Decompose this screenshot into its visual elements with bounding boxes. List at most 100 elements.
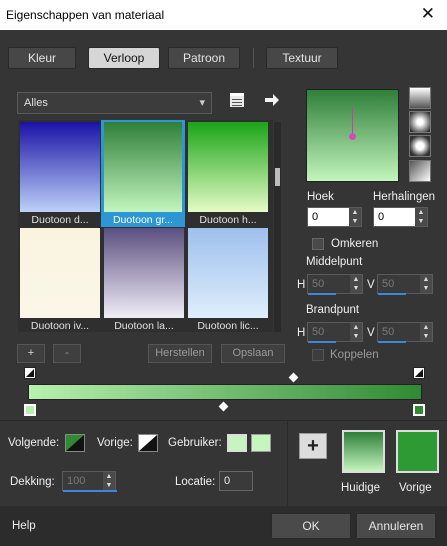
invert-checkbox[interactable] — [312, 238, 324, 250]
gradient-thumb-3[interactable]: Duotoon h... — [188, 122, 268, 226]
midpoint-h-bar — [308, 293, 336, 295]
opacity-spinner[interactable]: 100 ▲ ▼ — [62, 471, 117, 492]
gradient-label-4: Duotoon iv... — [30, 320, 90, 332]
prev-color-swatch[interactable] — [138, 434, 158, 452]
add-gradient-button[interactable]: + — [17, 344, 45, 363]
spinner-arrows-icon[interactable]: ▲ ▼ — [420, 275, 432, 293]
opacity-midpoint-handle[interactable] — [288, 372, 299, 383]
tab-textuur[interactable]: Textuur — [266, 47, 338, 69]
tab-separator — [253, 48, 254, 68]
next-label: Volgende: — [8, 437, 60, 449]
invert-label: Omkeren — [331, 238, 379, 250]
color-stop-left-icon[interactable] — [24, 404, 36, 416]
tab-kleur[interactable]: Kleur — [8, 47, 76, 69]
repeats-value: 0 — [378, 211, 385, 223]
midpoint-v-value: 50 — [382, 278, 395, 290]
user-label: Gebruiker: — [168, 437, 222, 449]
tab-patroon[interactable]: Patroon — [168, 47, 240, 69]
cancel-button[interactable]: Annuleren — [356, 513, 436, 539]
reset-button[interactable]: Herstellen — [148, 344, 212, 363]
midpoint-h-spinner[interactable]: 50 ▲ ▼ — [307, 274, 363, 295]
title-bar: Eigenschappen van materiaal ✕ — [0, 0, 447, 30]
angle-spinner[interactable]: 0 ▲ ▼ — [307, 207, 362, 227]
user-color-swatch-2[interactable] — [251, 434, 271, 452]
midpoint-v-label: V — [367, 279, 375, 291]
previous-label: Vorige — [399, 482, 432, 494]
rectangular-gradient-icon[interactable] — [409, 111, 431, 133]
angle-handle[interactable] — [349, 133, 356, 140]
spinner-arrows-icon[interactable]: ▲ ▼ — [350, 323, 362, 341]
opacity-stop-left-icon[interactable] — [24, 367, 36, 379]
opacity-value: 100 — [67, 475, 86, 487]
help-button[interactable]: Help — [12, 520, 36, 532]
gradient-thumb-2[interactable]: Duotoon gr... — [104, 122, 182, 226]
gradient-preview[interactable] — [306, 89, 399, 182]
add-to-swatches-button[interactable]: + — [299, 433, 327, 459]
gradient-thumb-5[interactable]: Duotoon la... — [104, 228, 184, 332]
book-icon[interactable] — [230, 93, 244, 107]
focalpoint-label: Brandpunt — [306, 304, 360, 316]
angle-label: Hoek — [307, 191, 334, 203]
divider — [0, 420, 447, 421]
current-label: Huidige — [341, 482, 380, 494]
spinner-arrows-icon[interactable]: ▲ ▼ — [349, 208, 361, 226]
scrollbar-track[interactable] — [274, 122, 281, 332]
midpoint-v-spinner[interactable]: 50 ▲ ▼ — [377, 274, 433, 295]
opacity-label: Dekking: — [10, 476, 55, 488]
category-dropdown[interactable]: Alles ▾ — [17, 92, 212, 114]
next-color-swatch[interactable] — [65, 434, 85, 452]
save-button[interactable]: Opslaan — [221, 344, 285, 363]
color-midpoint-handle[interactable] — [218, 401, 229, 412]
close-icon[interactable]: ✕ — [421, 4, 435, 24]
location-label: Locatie: — [175, 476, 216, 488]
angle-line — [352, 106, 353, 136]
linear-gradient-icon[interactable] — [409, 87, 431, 109]
prev-label: Vorige: — [97, 437, 133, 449]
divider-vertical — [287, 420, 288, 506]
focalpoint-h-spinner[interactable]: 50 ▲ ▼ — [307, 322, 363, 343]
spinner-arrows-icon[interactable]: ▲ ▼ — [350, 275, 362, 293]
midpoint-v-bar — [378, 293, 406, 295]
midpoint-h-label: H — [297, 279, 306, 291]
gradient-label-3: Duotoon h... — [199, 214, 257, 226]
category-value: Alles — [24, 97, 48, 109]
gradient-thumb-1[interactable]: Duotoon d... — [20, 122, 100, 226]
location-value: 0 — [224, 475, 231, 487]
midpoint-label: Middelpunt — [306, 256, 363, 268]
midpoint-h-value: 50 — [312, 278, 325, 290]
repeats-spinner[interactable]: 0 ▲ ▼ — [373, 207, 428, 227]
color-stop-right-icon[interactable] — [413, 404, 425, 416]
opacity-bar — [63, 490, 117, 492]
focalpoint-v-label: V — [367, 327, 375, 339]
focalpoint-v-value: 50 — [382, 326, 395, 338]
focalpoint-v-spinner[interactable]: 50 ▲ ▼ — [377, 322, 433, 343]
gradient-label-2: Duotoon gr... — [112, 214, 174, 226]
opacity-stop-right-icon[interactable] — [413, 367, 425, 379]
focalpoint-h-label: H — [297, 327, 306, 339]
window-title: Eigenschappen van materiaal — [6, 8, 165, 22]
chevron-down-icon: ▾ — [199, 97, 205, 109]
focalpoint-h-value: 50 — [312, 326, 325, 338]
focalpoint-v-bar — [378, 341, 406, 343]
gradient-thumb-4[interactable]: Duotoon iv... — [20, 228, 100, 332]
link-checkbox[interactable] — [312, 349, 324, 361]
tab-verloop[interactable]: Verloop — [88, 47, 160, 69]
location-input[interactable]: 0 — [219, 471, 253, 491]
gradient-thumb-6[interactable]: Duotoon lic... — [188, 228, 268, 332]
remove-gradient-button[interactable]: - — [53, 344, 81, 363]
radial-gradient-icon[interactable] — [409, 160, 431, 182]
previous-swatch[interactable] — [396, 430, 439, 473]
spinner-arrows-icon[interactable]: ▲ ▼ — [103, 472, 115, 490]
spinner-arrows-icon[interactable]: ▲ ▼ — [415, 208, 427, 226]
user-color-swatch-1[interactable] — [227, 434, 247, 452]
gradient-label-1: Duotoon d... — [31, 214, 89, 226]
gradient-label-6: Duotoon lic... — [197, 320, 259, 332]
spinner-arrows-icon[interactable]: ▲ ▼ — [420, 323, 432, 341]
sunburst-gradient-icon[interactable] — [409, 135, 431, 157]
ok-button[interactable]: OK — [271, 513, 351, 539]
arrow-right-icon[interactable] — [264, 93, 280, 107]
focalpoint-h-bar — [308, 341, 336, 343]
current-swatch[interactable] — [342, 430, 385, 473]
scrollbar-thumb[interactable] — [275, 168, 280, 186]
gradient-bar[interactable] — [28, 384, 422, 400]
